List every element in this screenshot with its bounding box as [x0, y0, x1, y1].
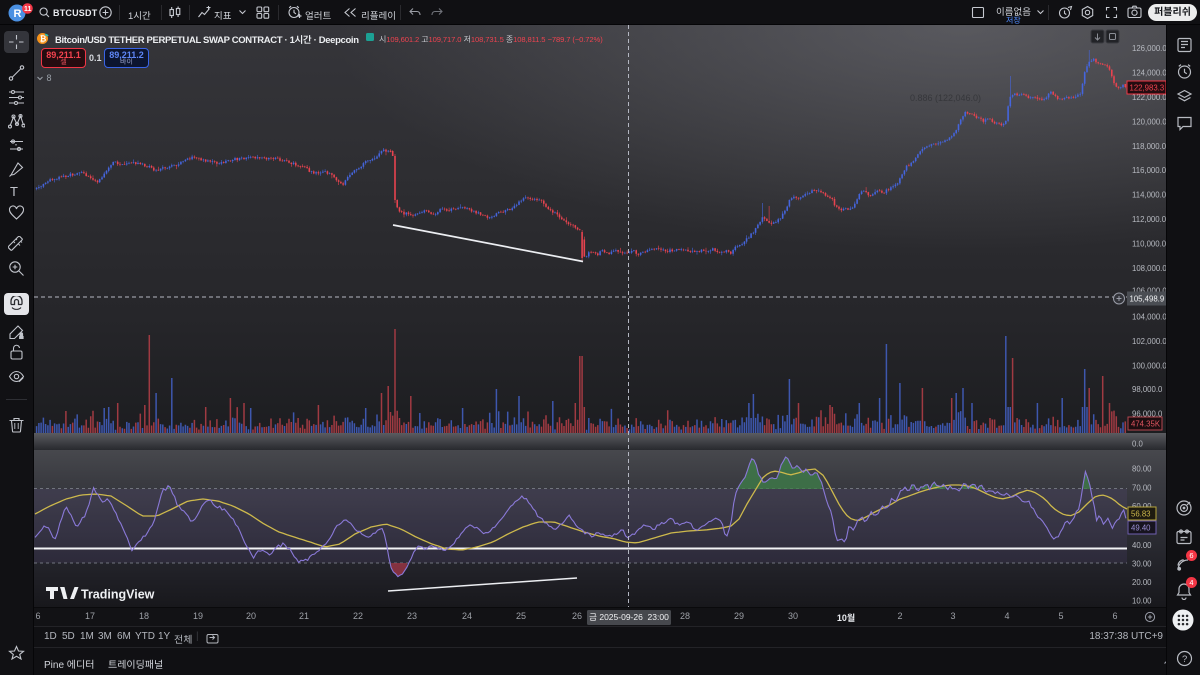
svg-text:30.00: 30.00 — [1132, 560, 1152, 569]
svg-text:49.40: 49.40 — [1131, 524, 1151, 533]
svg-text:20.00: 20.00 — [1132, 578, 1152, 587]
svg-text:11: 11 — [24, 6, 32, 13]
svg-text:122,000.0: 122,000.0 — [1132, 93, 1166, 102]
svg-text:124,000.0: 124,000.0 — [1132, 69, 1166, 78]
svg-text:98,000.0: 98,000.0 — [1132, 385, 1163, 394]
svg-text:126,000.0: 126,000.0 — [1132, 44, 1166, 53]
svg-text:118,000.0: 118,000.0 — [1132, 142, 1166, 151]
svg-text:102,000.0: 102,000.0 — [1132, 337, 1166, 346]
svg-text:120,000.0: 120,000.0 — [1132, 118, 1166, 127]
svg-text:R: R — [14, 8, 22, 20]
svg-text:116,000.0: 116,000.0 — [1132, 166, 1166, 175]
svg-text:80.00: 80.00 — [1132, 465, 1152, 474]
svg-text:110,000.0: 110,000.0 — [1132, 240, 1166, 249]
svg-text:56.83: 56.83 — [1131, 510, 1151, 519]
svg-text:10.00: 10.00 — [1132, 597, 1152, 606]
svg-text:112,000.0: 112,000.0 — [1132, 215, 1166, 224]
svg-text:114,000.0: 114,000.0 — [1132, 191, 1166, 200]
svg-text:0.886 (122,046.0): 0.886 (122,046.0) — [910, 93, 981, 103]
svg-text:40.00: 40.00 — [1132, 541, 1152, 550]
svg-text:122,983.3: 122,983.3 — [1130, 84, 1165, 93]
svg-text:105,498.9: 105,498.9 — [1130, 295, 1165, 304]
svg-text:70.00: 70.00 — [1132, 484, 1152, 493]
svg-text:108,000.0: 108,000.0 — [1132, 264, 1166, 273]
svg-text:0.0: 0.0 — [1132, 440, 1144, 449]
svg-text:100,000.0: 100,000.0 — [1132, 362, 1166, 371]
svg-text:TradingView: TradingView — [81, 588, 155, 602]
svg-text:474.35K: 474.35K — [1131, 420, 1161, 429]
svg-text:₿: ₿ — [40, 34, 47, 43]
svg-text:?: ? — [1182, 654, 1187, 665]
svg-text:104,000.0: 104,000.0 — [1132, 313, 1166, 322]
